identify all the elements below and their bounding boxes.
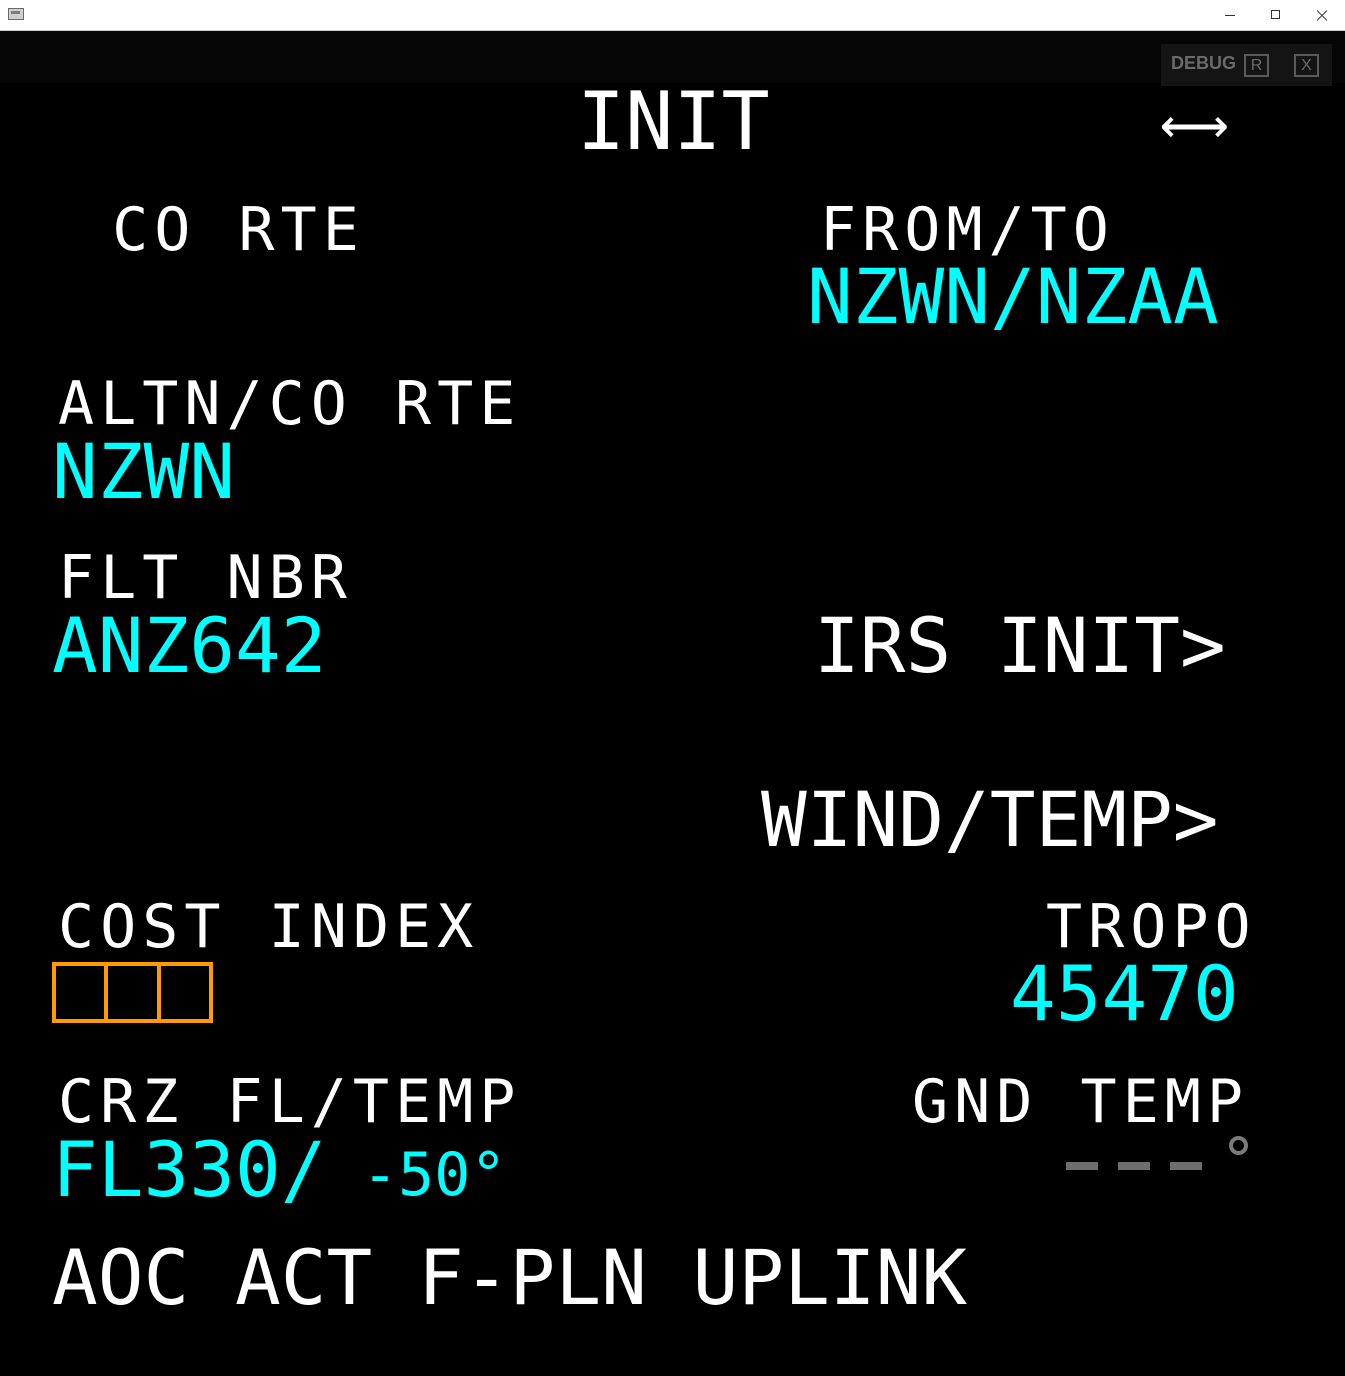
tropo-label: TROPO <box>1046 892 1257 962</box>
app-window-icon <box>8 8 24 20</box>
wind-temp-prompt[interactable]: WIND/TEMP> <box>761 782 1219 858</box>
from-to-label: FROM/TO <box>820 195 1115 265</box>
from-to-value[interactable]: NZWN/NZAA <box>807 259 1219 335</box>
gnd-temp-dashes[interactable] <box>1066 1162 1202 1170</box>
crz-temp-value[interactable]: -50° <box>362 1145 507 1205</box>
altn-value[interactable]: NZWN <box>52 434 235 510</box>
gnd-temp-label: GND TEMP <box>912 1067 1249 1137</box>
debug-reload-button[interactable]: R <box>1244 54 1269 77</box>
crz-fl-temp-label: CRZ FL/TEMP <box>58 1067 522 1137</box>
debug-label: DEBUG <box>1171 53 1237 73</box>
debug-close-button[interactable]: X <box>1294 54 1319 77</box>
slew-arrows-icon: ←→ <box>1160 86 1229 159</box>
maximize-icon[interactable] <box>1253 0 1299 31</box>
tropo-value[interactable]: 45470 <box>1010 956 1239 1032</box>
flt-nbr-label: FLT NBR <box>58 543 353 613</box>
altn-co-rte-label: ALTN/CO RTE <box>58 369 522 439</box>
irs-init-prompt[interactable]: IRS INIT> <box>814 608 1226 684</box>
minimize-icon[interactable] <box>1207 0 1253 31</box>
page-title: INIT <box>577 75 770 168</box>
co-rte-label: CO RTE <box>70 195 365 265</box>
degree-icon <box>1229 1136 1248 1155</box>
cost-index-entry-boxes[interactable] <box>52 962 213 1023</box>
debug-panel: DEBUG R X <box>1161 44 1332 86</box>
aoc-uplink-prompt[interactable]: AOC ACT F-PLN UPLINK <box>52 1240 967 1316</box>
close-icon[interactable] <box>1299 0 1345 31</box>
cost-index-label: COST INDEX <box>58 892 480 962</box>
crz-fl-value[interactable]: FL330/ <box>52 1132 327 1208</box>
window-titlebar <box>0 0 1345 31</box>
flt-nbr-value[interactable]: ANZ642 <box>52 608 327 684</box>
